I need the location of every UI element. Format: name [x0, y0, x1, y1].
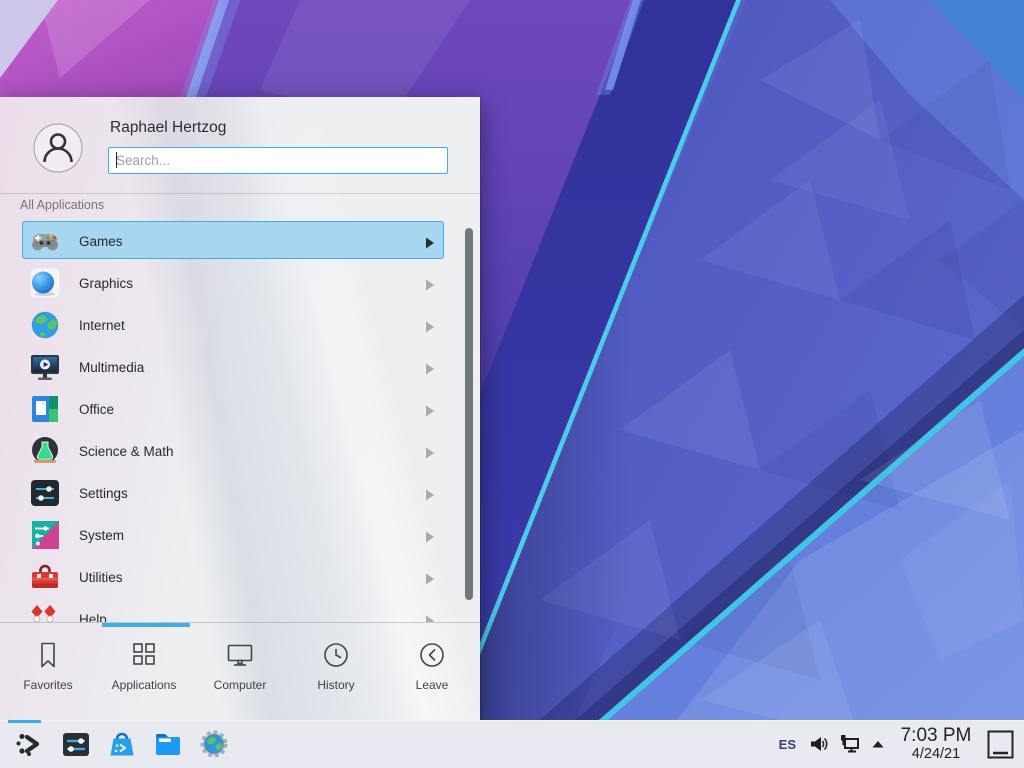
help-icon	[29, 603, 61, 622]
taskbar: ES 7:03 PM 4/24/21	[0, 720, 1024, 768]
tab-label: Leave	[416, 678, 449, 692]
user-avatar-icon[interactable]	[33, 123, 83, 173]
submenu-arrow-icon	[426, 572, 434, 583]
section-label: All Applications	[20, 198, 104, 212]
menu-item-settings[interactable]: Settings	[0, 472, 480, 514]
menu-item-label: Office	[79, 402, 114, 417]
scrollbar[interactable]	[465, 228, 473, 600]
globe-icon	[29, 309, 61, 341]
submenu-arrow-icon	[426, 446, 434, 457]
history-clock-icon	[321, 640, 351, 670]
menu-item-label: Utilities	[79, 570, 123, 585]
discover-store-icon[interactable]	[106, 728, 138, 760]
office-document-icon	[29, 393, 61, 425]
file-manager-icon[interactable]	[152, 728, 184, 760]
graphics-sphere-icon	[29, 267, 61, 299]
tab-favorites[interactable]: Favorites	[0, 626, 96, 720]
computer-icon	[225, 640, 255, 670]
kickoff-launcher-icon[interactable]	[14, 728, 46, 760]
gamepad-icon	[29, 225, 61, 257]
menu-item-label: Graphics	[79, 276, 133, 291]
multimedia-monitor-icon	[29, 351, 61, 383]
menu-item-utilities[interactable]: Utilities	[0, 556, 480, 598]
submenu-arrow-icon	[426, 530, 434, 541]
menu-item-graphics[interactable]: Graphics	[0, 262, 480, 304]
user-name: Raphael Hertzog	[110, 119, 226, 137]
tab-label: Favorites	[23, 678, 72, 692]
header-divider	[0, 193, 480, 194]
tab-label: Computer	[214, 678, 267, 692]
tab-leave[interactable]: Leave	[384, 626, 480, 720]
search-input[interactable]	[108, 147, 448, 174]
submenu-arrow-icon	[426, 614, 434, 623]
category-list: Games Graphics	[0, 220, 480, 622]
volume-icon[interactable]	[809, 734, 829, 754]
menu-item-label: System	[79, 528, 124, 543]
system-tray: ES 7:03 PM 4/24/21	[779, 726, 1024, 762]
submenu-arrow-icon	[426, 488, 434, 499]
system-sliders-icon	[29, 519, 61, 551]
network-icon[interactable]	[840, 734, 860, 754]
expand-tray-caret-icon[interactable]	[871, 739, 885, 749]
tab-history[interactable]: History	[288, 626, 384, 720]
menu-item-label: Internet	[79, 318, 125, 333]
menu-item-label: Games	[79, 234, 123, 249]
clock-date: 4/24/21	[895, 746, 977, 762]
bookmark-icon	[33, 640, 63, 670]
menu-item-science-math[interactable]: Science & Math	[0, 430, 480, 472]
menu-item-system[interactable]: System	[0, 514, 480, 556]
tabbar: Favorites Applications Computer	[0, 626, 480, 720]
menu-item-label: Settings	[79, 486, 128, 501]
clock-time: 7:03 PM	[895, 726, 977, 746]
menu-item-internet[interactable]: Internet	[0, 304, 480, 346]
menu-item-label: Help	[79, 612, 107, 623]
active-task-indicator	[8, 720, 41, 723]
keyboard-layout-indicator[interactable]: ES	[779, 737, 796, 752]
tab-computer[interactable]: Computer	[192, 626, 288, 720]
submenu-arrow-icon	[426, 404, 434, 415]
digital-clock[interactable]: 7:03 PM 4/24/21	[895, 726, 977, 762]
tab-label: History	[317, 678, 354, 692]
menu-item-multimedia[interactable]: Multimedia	[0, 346, 480, 388]
show-desktop-button[interactable]	[987, 730, 1014, 759]
menu-item-label: Science & Math	[79, 444, 174, 459]
web-browser-icon[interactable]	[198, 728, 230, 760]
settings-sliders-icon	[29, 477, 61, 509]
menu-item-help[interactable]: Help	[0, 598, 480, 622]
submenu-arrow-icon	[426, 320, 434, 331]
app-grid-icon	[129, 640, 159, 670]
leave-icon	[417, 640, 447, 670]
submenu-arrow-icon	[426, 278, 434, 289]
text-cursor	[116, 152, 117, 168]
menu-item-office[interactable]: Office	[0, 388, 480, 430]
utilities-toolbox-icon	[29, 561, 61, 593]
tabbar-divider	[0, 622, 480, 623]
system-settings-icon[interactable]	[60, 728, 92, 760]
menu-item-games[interactable]: Games	[0, 220, 480, 262]
submenu-arrow-icon	[426, 362, 434, 373]
tab-applications[interactable]: Applications	[96, 626, 192, 720]
science-flask-icon	[29, 435, 61, 467]
application-launcher-menu: Raphael Hertzog All Applications Games	[0, 97, 480, 720]
menu-item-label: Multimedia	[79, 360, 144, 375]
tab-label: Applications	[112, 678, 177, 692]
submenu-arrow-icon	[426, 236, 434, 247]
